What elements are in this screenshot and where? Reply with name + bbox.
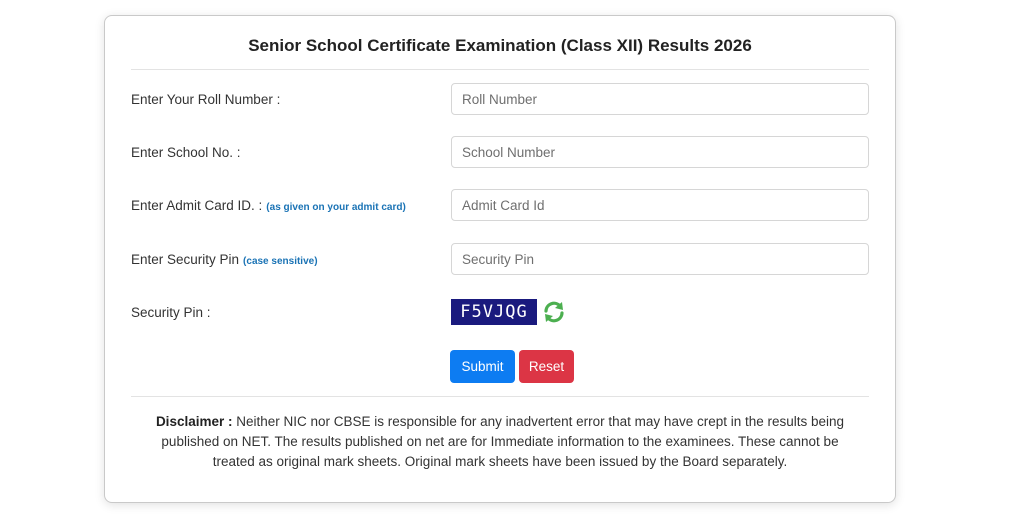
security-pin-label: Enter Security Pin (case sensitive) [131,243,318,277]
security-pin-row: Enter Security Pin (case sensitive) [131,243,869,277]
school-number-label-text: Enter School No. : [131,145,241,160]
submit-button[interactable]: Submit [450,350,515,383]
disclaimer-heading: Disclaimer : [155,414,233,429]
school-number-row: Enter School No. : [131,136,869,170]
admit-card-row: Enter Admit Card ID. : (as given on your … [131,189,869,223]
roll-number-label: Enter Your Roll Number : [131,83,280,117]
school-number-label: Enter School No. : [131,136,241,170]
captcha-label: Security Pin : [131,305,211,320]
security-pin-hint: (case sensitive) [243,256,318,267]
roll-number-label-text: Enter Your Roll Number : [131,92,281,107]
footer-divider [131,396,869,397]
disclaimer: Disclaimer : Neither NIC nor CBSE is res… [145,412,855,472]
captcha-row: Security Pin : F5VJQG [131,296,869,330]
admit-card-hint: (as given on your admit card) [266,202,406,213]
results-form-card: Senior School Certificate Examination (C… [104,15,896,503]
admit-card-input[interactable] [451,189,869,221]
refresh-icon[interactable] [541,299,567,325]
school-number-input[interactable] [451,136,869,168]
admit-card-label-text: Enter Admit Card ID. : [131,198,263,213]
page-title: Senior School Certificate Examination (C… [248,36,752,55]
roll-number-row: Enter Your Roll Number : [131,83,869,117]
security-pin-label-text: Enter Security Pin [131,252,240,267]
security-pin-input[interactable] [451,243,869,275]
reset-button[interactable]: Reset [519,350,574,383]
roll-number-input[interactable] [451,83,869,115]
admit-card-label: Enter Admit Card ID. : (as given on your … [131,189,406,223]
title-divider [131,69,869,70]
disclaimer-text: Neither NIC nor CBSE is responsible for … [161,414,845,469]
captcha-image: F5VJQG [451,299,537,325]
refresh-icon-graphic [544,301,564,323]
